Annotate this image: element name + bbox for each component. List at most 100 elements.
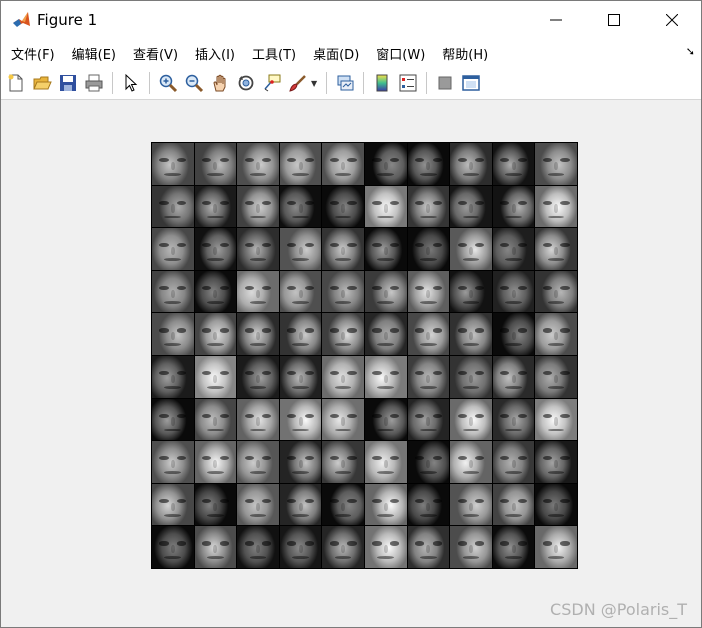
face-feature	[500, 328, 510, 333]
brush-button[interactable]	[285, 70, 311, 96]
face-feature	[207, 172, 224, 176]
save-button[interactable]	[55, 70, 81, 96]
face-feature	[334, 300, 352, 304]
face-feature	[457, 541, 467, 546]
face-feature	[377, 471, 395, 475]
face-montage[interactable]	[151, 142, 578, 569]
face-feature	[176, 370, 187, 376]
maximize-button[interactable]	[585, 1, 643, 39]
face-feature	[542, 413, 553, 418]
face-feature	[244, 456, 254, 461]
zoom-in-button[interactable]	[155, 70, 181, 96]
face-feature	[292, 385, 309, 389]
face-feature	[554, 459, 559, 469]
menu-view[interactable]: 查看(V)	[127, 44, 184, 63]
rotate-3d-button[interactable]	[233, 70, 259, 96]
face-feature	[244, 413, 254, 418]
face-thumbnail	[194, 398, 237, 441]
face-feature	[262, 413, 272, 418]
face-feature	[547, 215, 565, 219]
face-feature	[511, 502, 516, 511]
colorbar-button[interactable]	[369, 70, 395, 96]
face-feature	[176, 285, 187, 290]
face-feature	[298, 502, 303, 511]
face-feature	[347, 328, 357, 333]
pan-button[interactable]	[207, 70, 233, 96]
face-feature	[334, 343, 352, 347]
open-file-button[interactable]	[29, 70, 55, 96]
face-thumbnail	[322, 185, 364, 228]
hide-plot-tools-icon	[438, 76, 452, 90]
show-plot-tools-button[interactable]	[458, 70, 484, 96]
face-feature	[389, 285, 400, 290]
dock-arrow-icon[interactable]: ➘	[686, 45, 695, 58]
face-feature	[159, 456, 169, 461]
face-feature	[292, 300, 309, 304]
face-feature	[462, 215, 480, 219]
zoom-in-icon	[159, 74, 178, 93]
face-thumbnail	[194, 483, 237, 526]
face-thumbnail	[492, 143, 535, 185]
face-feature	[207, 258, 224, 262]
face-feature	[347, 200, 357, 205]
face-feature	[244, 157, 254, 163]
close-button[interactable]	[643, 1, 701, 39]
face-feature	[287, 413, 297, 418]
face-feature	[255, 502, 261, 511]
face-feature	[213, 289, 218, 298]
face-feature	[159, 413, 169, 418]
face-feature	[432, 541, 442, 546]
new-figure-button[interactable]	[3, 70, 29, 96]
face-feature	[341, 545, 346, 554]
face-feature	[292, 258, 309, 262]
face-feature	[511, 246, 516, 256]
face-feature	[329, 285, 340, 290]
face-feature	[511, 204, 516, 213]
face-feature	[505, 385, 522, 389]
link-plot-button[interactable]	[332, 70, 358, 96]
edit-plot-button[interactable]	[118, 70, 144, 96]
figure-canvas[interactable]: CSDN @Polaris_T	[1, 100, 701, 627]
legend-button[interactable]	[395, 70, 421, 96]
face-feature	[500, 200, 510, 205]
zoom-out-button[interactable]	[181, 70, 207, 96]
face-thumbnail	[322, 398, 364, 441]
title-bar[interactable]: Figure 1	[1, 1, 701, 39]
face-thumbnail	[450, 185, 492, 228]
face-feature	[542, 285, 553, 290]
menu-edit[interactable]: 编辑(E)	[66, 44, 122, 63]
face-thumbnail	[279, 270, 322, 313]
face-feature	[383, 246, 388, 256]
face-feature	[500, 541, 510, 546]
face-feature	[372, 285, 382, 290]
face-feature	[202, 541, 212, 546]
menu-file[interactable]: 文件(F)	[5, 44, 61, 63]
toolbar-separator	[149, 72, 150, 94]
face-feature	[420, 215, 437, 219]
face-thumbnail	[194, 355, 237, 398]
watermark: CSDN @Polaris_T	[550, 600, 687, 619]
menu-tools[interactable]: 工具(T)	[246, 44, 302, 63]
face-feature	[213, 332, 218, 341]
data-cursor-button[interactable]	[259, 70, 285, 96]
face-feature	[475, 200, 485, 205]
face-thumbnail	[450, 483, 492, 526]
hide-plot-tools-button[interactable]	[432, 70, 458, 96]
menu-help[interactable]: 帮助(H)	[436, 44, 494, 63]
face-feature	[287, 285, 297, 290]
menu-desktop[interactable]: 桌面(D)	[307, 44, 365, 63]
face-feature	[304, 413, 314, 418]
brush-dropdown-icon[interactable]: ▼	[311, 79, 321, 88]
minimize-button[interactable]	[527, 1, 585, 39]
face-feature	[334, 556, 352, 560]
face-feature	[213, 374, 218, 384]
face-thumbnail	[364, 313, 407, 355]
menu-window[interactable]: 窗口(W)	[370, 44, 431, 63]
face-feature	[262, 456, 272, 461]
face-feature	[457, 243, 467, 248]
menu-insert[interactable]: 插入(I)	[189, 44, 241, 63]
face-feature	[511, 417, 516, 426]
print-button[interactable]	[81, 70, 107, 96]
face-feature	[207, 343, 224, 347]
face-feature	[457, 157, 467, 163]
